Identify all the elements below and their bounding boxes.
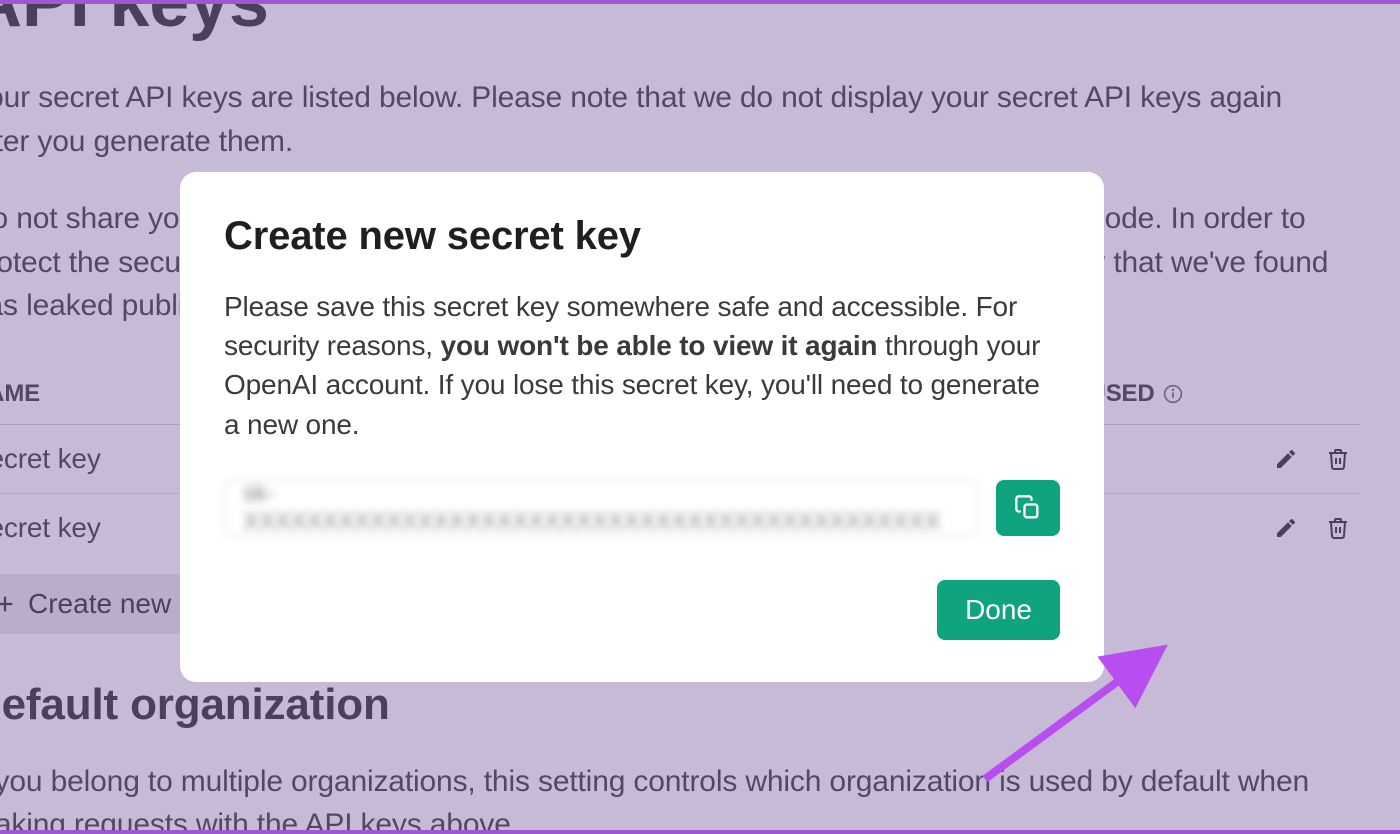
secret-key-field[interactable]: sk-XXXXXXXXXXXXXXXXXXXXXXXXXXXXXXXXXXXXX… <box>224 480 978 536</box>
secret-key-value: sk-XXXXXXXXXXXXXXXXXXXXXXXXXXXXXXXXXXXXX… <box>243 480 959 536</box>
modal-title: Create new secret key <box>224 214 1060 259</box>
modal-overlay: Create new secret key Please save this s… <box>0 0 1400 834</box>
copy-button[interactable] <box>996 480 1060 536</box>
annotation-arrow-icon <box>980 634 1180 784</box>
modal-desc-bold: you won't be able to view it again <box>441 330 878 361</box>
create-secret-key-modal: Create new secret key Please save this s… <box>180 172 1104 682</box>
done-button[interactable]: Done <box>937 580 1060 640</box>
modal-description: Please save this secret key somewhere sa… <box>224 287 1060 444</box>
copy-icon <box>1014 494 1042 522</box>
